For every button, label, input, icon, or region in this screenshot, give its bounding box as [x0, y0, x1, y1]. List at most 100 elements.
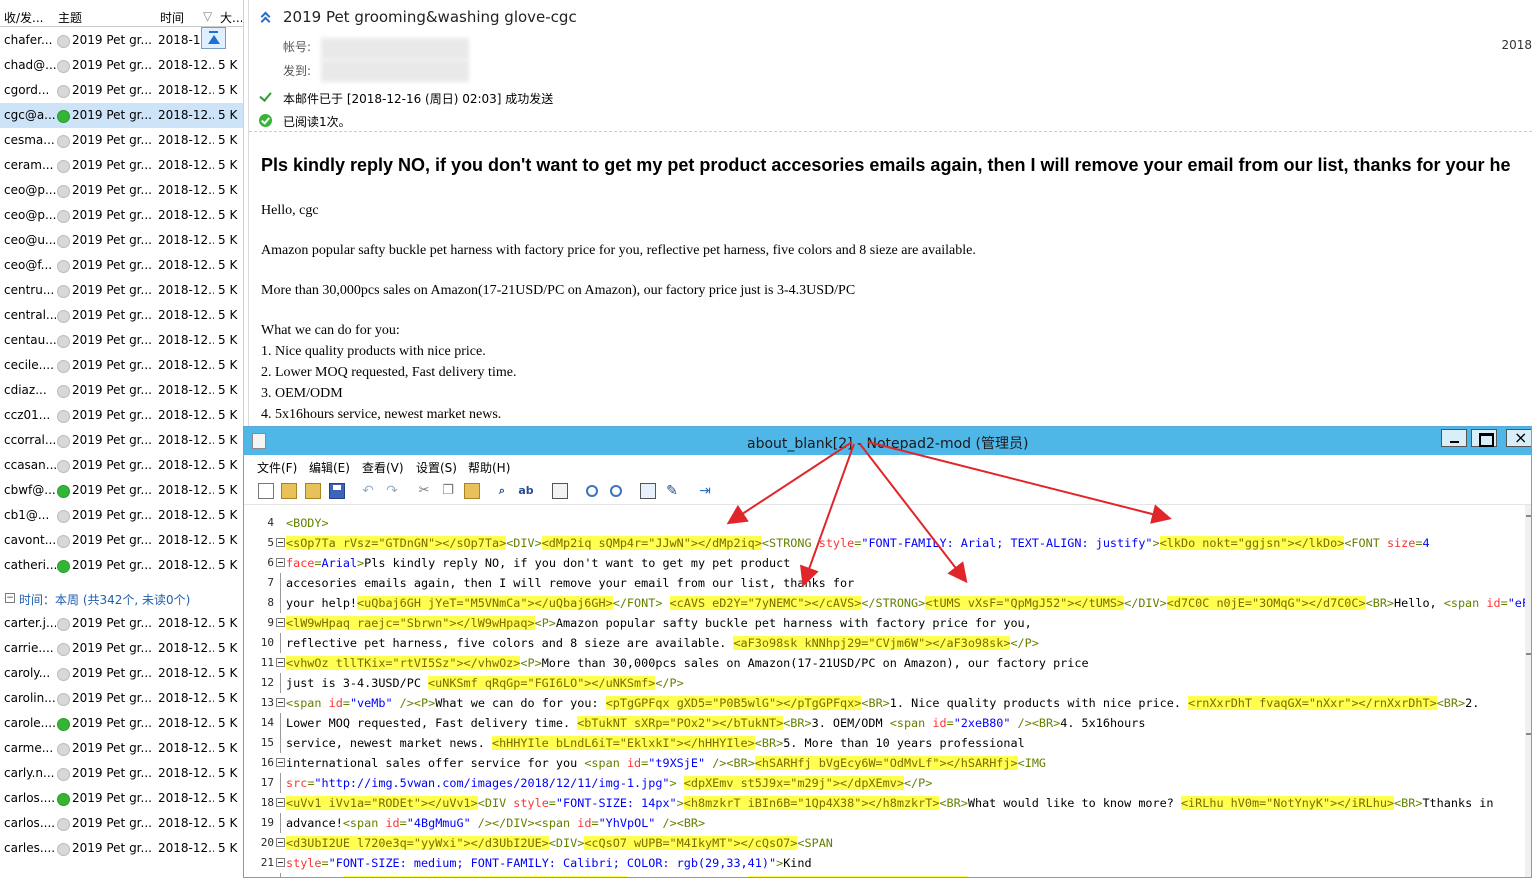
message-row[interactable]: cdiaz... 2019 Pet gr... 2018-12... 5 K — [0, 378, 243, 403]
message-row[interactable]: carole.... 2019 Pet gr... 2018-12... 5 K — [0, 711, 243, 736]
find-icon[interactable]: ⌕ — [494, 483, 510, 499]
notepad-titlebar[interactable]: about_blank[2] - Notepad2-mod (管理员) — [244, 427, 1531, 455]
message-row[interactable]: caroly... 2019 Pet gr... 2018-12... 5 K — [0, 661, 243, 686]
scheme-icon[interactable] — [640, 483, 656, 499]
body-list-item: 3. OEM/ODM — [261, 386, 343, 401]
undo-icon[interactable]: ↶ — [360, 483, 376, 499]
message-row[interactable]: ceram... 2019 Pet gr... 2018-12... 5 K — [0, 153, 243, 178]
message-row[interactable]: carles.... 2019 Pet gr... 2018-12... 5 K — [0, 836, 243, 861]
fold-marker-icon[interactable] — [276, 618, 285, 627]
menu-edit[interactable]: 编辑(E) — [309, 459, 350, 476]
message-row[interactable]: ceo@p... 2019 Pet gr... 2018-12... 5 K — [0, 178, 243, 203]
message-row[interactable]: cavont... 2019 Pet gr... 2018-12... 5 K — [0, 528, 243, 553]
column-header-time[interactable]: 时间 — [160, 9, 200, 26]
maximize-button[interactable] — [1471, 429, 1497, 447]
close-button[interactable] — [1506, 428, 1531, 447]
code-line[interactable]: <uVv1 iVv1a="RODEt"></uVv1><DIV style="F… — [286, 793, 1493, 813]
menu-settings[interactable]: 设置(S) — [416, 459, 457, 476]
message-row[interactable]: cbwf@... 2019 Pet gr... 2018-12... 5 K — [0, 478, 243, 503]
fold-marker-icon[interactable] — [276, 658, 285, 667]
open-folder-icon[interactable] — [281, 483, 297, 499]
notepad-editor[interactable]: 45678910111213141516171819202122 <BODY><… — [244, 505, 1531, 877]
message-row[interactable]: cesma... 2019 Pet gr... 2018-12... 5 K — [0, 128, 243, 153]
sort-descending-icon[interactable]: ▽ — [203, 9, 212, 23]
message-row[interactable]: carter.j... 2019 Pet gr... 2018-12... 5 K — [0, 611, 243, 636]
message-row[interactable]: central... 2019 Pet gr... 2018-12... 5 K — [0, 303, 243, 328]
column-header-from[interactable]: 收/发... — [4, 9, 56, 26]
customize-icon[interactable]: ✎ — [664, 483, 680, 499]
collapse-group-icon[interactable]: − — [5, 593, 15, 603]
exit-icon[interactable]: ⇥ — [697, 483, 713, 499]
fold-marker-icon[interactable] — [276, 698, 285, 707]
code-line[interactable]: your help!<uQbaj6GH jYeT="M5VNmCa"></uQb… — [286, 593, 1531, 613]
code-line[interactable]: <sOp7Ta rVsz="GTDnGN"></sOp7Ta><DIV><dMp… — [286, 533, 1430, 553]
message-row[interactable]: centru... 2019 Pet gr... 2018-12... 5 K — [0, 278, 243, 303]
fold-marker-icon[interactable] — [276, 538, 285, 547]
notepad-app-icon[interactable] — [252, 433, 266, 449]
message-row[interactable]: ceo@p... 2019 Pet gr... 2018-12... 5 K — [0, 203, 243, 228]
word-wrap-icon[interactable] — [552, 483, 568, 499]
replace-icon[interactable]: ab — [518, 483, 534, 499]
message-row[interactable]: carme... 2019 Pet gr... 2018-12... 5 K — [0, 736, 243, 761]
menu-file[interactable]: 文件(F) — [257, 459, 297, 476]
message-row[interactable]: ceo@f... 2019 Pet gr... 2018-12... 5 K — [0, 253, 243, 278]
zoom-in-icon[interactable] — [586, 485, 598, 497]
message-row[interactable]: catheri... 2019 Pet gr... 2018-12... 5 K — [0, 553, 243, 578]
code-line[interactable]: <lW9wHpaq raejc="Sbrwn"></lW9wHpaq><P>Am… — [286, 613, 1032, 633]
message-row[interactable]: ccz01... 2019 Pet gr... 2018-12... 5 K — [0, 403, 243, 428]
code-line[interactable]: reflective pet harness, five colors and … — [286, 633, 1039, 653]
message-row[interactable]: cb1@... 2019 Pet gr... 2018-12... 5 K — [0, 503, 243, 528]
code-line[interactable]: face=Arial>Pls kindly reply NO, if you d… — [286, 553, 790, 573]
column-header-subject[interactable]: 主题 — [58, 9, 148, 26]
code-line[interactable]: Regards <s7FAbGMN x0mGwai5="yuIuwDz"></s… — [286, 873, 1486, 877]
menu-view[interactable]: 查看(V) — [362, 459, 404, 476]
redo-icon[interactable]: ↷ — [384, 483, 400, 499]
message-row[interactable]: ccasan... 2019 Pet gr... 2018-12... 5 K — [0, 453, 243, 478]
group-header-this-week[interactable]: − 时间：本周 (共342个, 未读0个) — [0, 589, 243, 609]
fold-marker-icon[interactable] — [276, 838, 285, 847]
menu-help[interactable]: 帮助(H) — [468, 459, 510, 476]
code-line[interactable]: just is 3-4.3USD/PC <uNKSmf qRqGp="FGI6L… — [286, 673, 684, 693]
message-row[interactable]: cecile.... 2019 Pet gr... 2018-12... 5 K — [0, 353, 243, 378]
code-line[interactable]: style="FONT-SIZE: medium; FONT-FAMILY: C… — [286, 853, 812, 873]
copy-icon[interactable]: ❐ — [440, 483, 456, 499]
paste-icon[interactable] — [464, 483, 480, 499]
message-row[interactable]: ccorral... 2019 Pet gr... 2018-12... 5 K — [0, 428, 243, 453]
code-line[interactable]: Lower MOQ requested, Fast delivery time.… — [286, 713, 1145, 733]
line-number: 17 — [260, 776, 274, 789]
code-line[interactable]: src="http://img.5vwan.com/images/2018/12… — [286, 773, 932, 793]
code-line[interactable]: international sales offer service for yo… — [286, 753, 1046, 773]
message-row[interactable]: carrie.... 2019 Pet gr... 2018-12... 5 K — [0, 636, 243, 661]
collapse-header-icon[interactable] — [260, 10, 273, 27]
code-line[interactable]: <d3UbI2UE l720e3q="yyWxi"></d3UbI2UE><DI… — [286, 833, 833, 853]
message-row[interactable]: ceo@u... 2019 Pet gr... 2018-12... 5 K — [0, 228, 243, 253]
favorites-icon[interactable] — [305, 483, 321, 499]
fold-marker-icon[interactable] — [276, 758, 285, 767]
message-row[interactable]: cgc@a... 2019 Pet gr... 2018-12... 5 K — [0, 103, 243, 128]
cut-icon[interactable]: ✂ — [416, 483, 432, 499]
message-row[interactable]: chad@... 2019 Pet gr... 2018-12... 5 K — [0, 53, 243, 78]
minimize-button[interactable] — [1441, 429, 1467, 447]
message-row[interactable]: carly.n... 2019 Pet gr... 2018-12... 5 K — [0, 761, 243, 786]
message-row[interactable]: cgord... 2019 Pet gr... 2018-12... 5 K — [0, 78, 243, 103]
code-line[interactable]: accesories emails again, then I will rem… — [286, 573, 854, 593]
code-line[interactable]: <span id="veMb" /><P>What we can do for … — [286, 693, 1479, 713]
code-line[interactable]: advance!<span id="4BgMmuG" /></DIV><span… — [286, 813, 705, 833]
column-header-size[interactable]: 大... — [220, 9, 242, 26]
message-row[interactable]: carlos.... 2019 Pet gr... 2018-12... 5 K — [0, 811, 243, 836]
vertical-scrollbar[interactable] — [1525, 505, 1531, 877]
message-row[interactable]: carlos.... 2019 Pet gr... 2018-12... 5 K — [0, 786, 243, 811]
new-file-icon[interactable] — [258, 483, 274, 499]
scroll-to-top-icon[interactable] — [201, 27, 226, 49]
zoom-out-icon[interactable] — [610, 485, 622, 497]
fold-marker-icon[interactable] — [276, 558, 285, 567]
fold-marker-icon[interactable] — [276, 858, 285, 867]
code-line[interactable]: <vhwOz tllTKix="rtVI5Sz"></vhwOz><P>More… — [286, 653, 1089, 673]
fold-marker-icon[interactable] — [276, 798, 285, 807]
message-row[interactable]: centau... 2019 Pet gr... 2018-12... 5 K — [0, 328, 243, 353]
save-icon[interactable] — [329, 483, 345, 499]
message-row[interactable]: carolin... 2019 Pet gr... 2018-12... 5 K — [0, 686, 243, 711]
message-list-pane: 收/发... 主题 时间 ▽ 大... chafer... 2019 Pet gr… — [0, 0, 244, 878]
code-line[interactable]: <BODY> — [286, 513, 329, 533]
code-line[interactable]: service, newest market news. <hHHYIle bL… — [286, 733, 1025, 753]
